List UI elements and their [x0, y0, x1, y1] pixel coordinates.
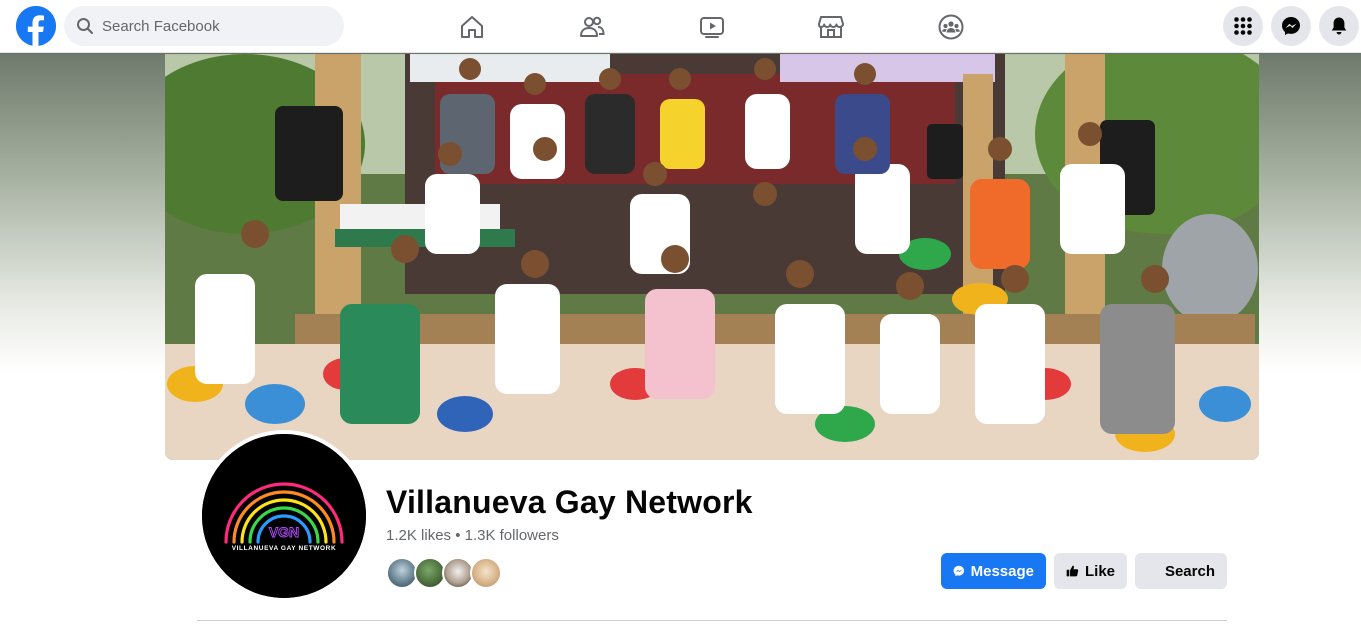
- home-icon: [461, 15, 483, 38]
- watch-icon: [700, 16, 724, 38]
- nav-marketplace-tab[interactable]: [775, 0, 887, 53]
- messenger-icon: [953, 565, 965, 577]
- nav-home-tab[interactable]: [416, 0, 528, 53]
- facebook-logo-icon[interactable]: [16, 6, 56, 47]
- groups-icon: [938, 14, 964, 39]
- messenger-button[interactable]: [1271, 6, 1311, 46]
- vgn-logo-letters: VGN: [269, 524, 299, 540]
- page-profile-picture[interactable]: VGN VILLANUEVA GAY NETWORK: [198, 430, 370, 602]
- search-icon: [77, 18, 93, 34]
- message-button-label: Message: [970, 562, 1034, 580]
- page-stats[interactable]: 1.2K likes • 1.3K followers: [386, 527, 559, 544]
- follower-avatars[interactable]: [386, 557, 502, 589]
- page-title: Villanueva Gay Network: [386, 484, 753, 520]
- search-page-button[interactable]: Search: [1135, 553, 1227, 589]
- nav-watch-tab[interactable]: [656, 0, 768, 53]
- friends-icon: [580, 16, 605, 37]
- marketplace-icon: [818, 15, 844, 38]
- grid-menu-icon: [1234, 17, 1252, 35]
- search-button-label: Search: [1164, 562, 1215, 580]
- like-button[interactable]: Like: [1054, 553, 1127, 589]
- search-bar[interactable]: [64, 6, 344, 46]
- top-navigation-bar: [0, 0, 1361, 53]
- vgn-logo-text: VILLANUEVA GAY NETWORK: [232, 545, 337, 552]
- thumbs-up-icon: [1066, 565, 1079, 577]
- message-button[interactable]: Message: [941, 553, 1046, 589]
- section-divider: [197, 620, 1227, 621]
- notifications-button[interactable]: [1319, 6, 1359, 46]
- messenger-icon: [1282, 17, 1300, 35]
- nav-groups-tab[interactable]: [895, 0, 1007, 53]
- vgn-logo: VGN VILLANUEVA GAY NETWORK: [202, 434, 366, 598]
- nav-friends-tab[interactable]: [536, 0, 648, 53]
- like-button-label: Like: [1084, 562, 1115, 580]
- follower-avatar[interactable]: [470, 557, 502, 589]
- cover-photo[interactable]: [165, 54, 1259, 460]
- menu-button[interactable]: [1223, 6, 1263, 46]
- bell-icon: [1331, 17, 1347, 35]
- search-input[interactable]: [102, 17, 332, 35]
